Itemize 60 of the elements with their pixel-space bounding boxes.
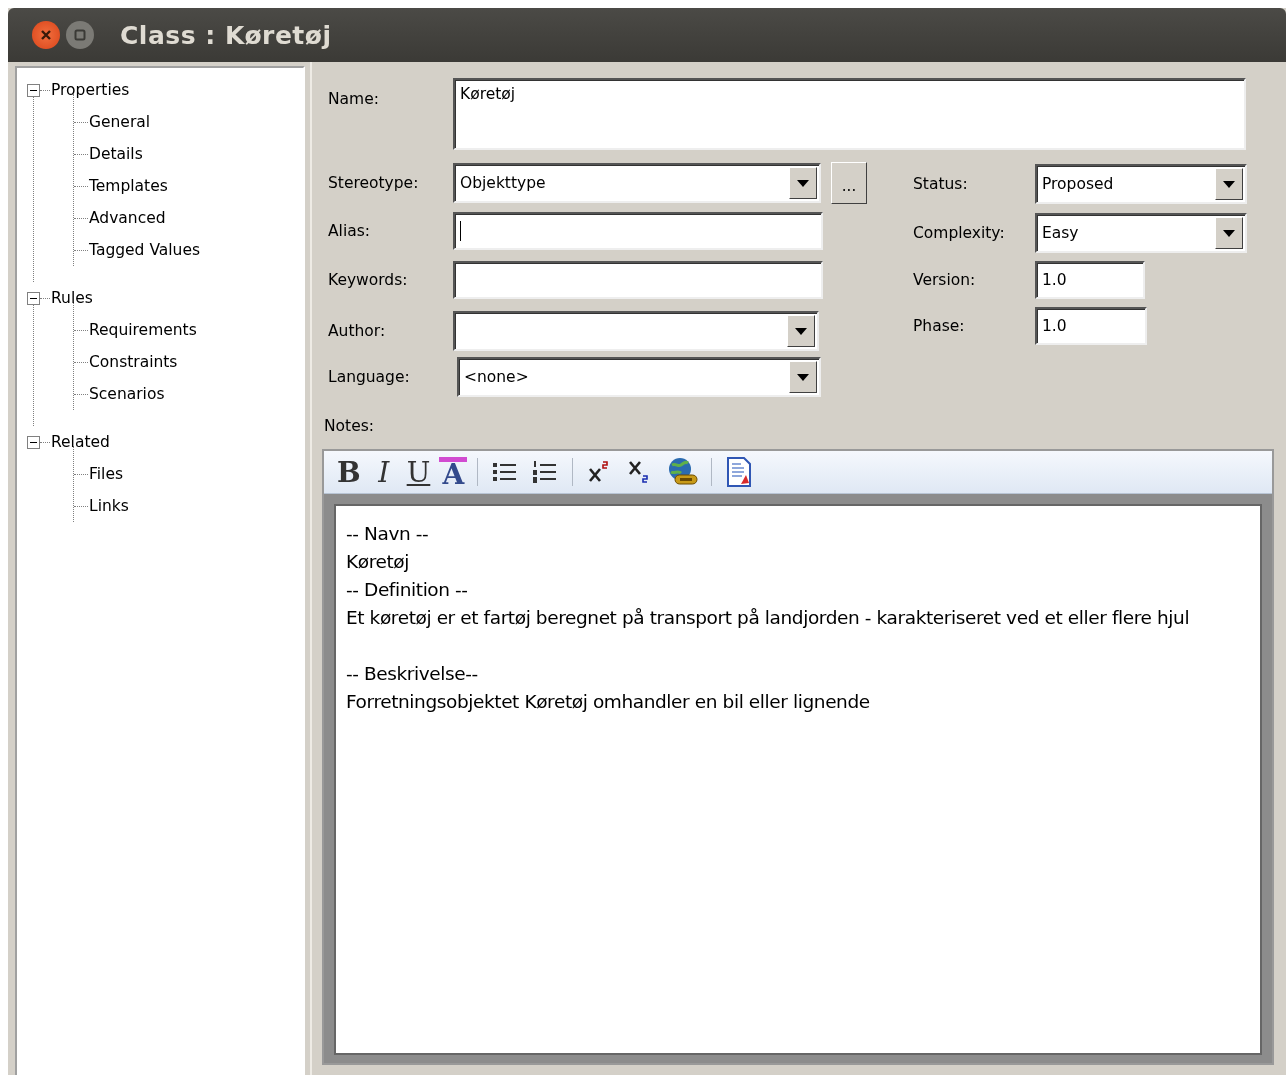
close-button[interactable]: [32, 21, 60, 49]
document-icon: [725, 456, 754, 488]
notes-line: -- Definition --: [346, 578, 469, 602]
notes-line: -- Navn --: [346, 522, 430, 546]
field-label: Status:: [913, 175, 969, 193]
tree-item[interactable]: Rules: [50, 289, 94, 307]
collapse-toggle[interactable]: [27, 435, 40, 449]
dropdown[interactable]: <none>: [457, 357, 821, 397]
window-title: Class : Køretøj: [120, 20, 332, 50]
tree-item[interactable]: Properties: [50, 81, 131, 99]
notes-line: Køretøj: [346, 550, 410, 574]
caret-icon: [797, 373, 809, 381]
text-field[interactable]: 1.0: [1035, 307, 1147, 345]
field-label: Name:: [328, 89, 380, 108]
browse-button[interactable]: ...: [831, 162, 867, 204]
tree-item[interactable]: Related: [50, 433, 111, 451]
dropdown[interactable]: Easy: [1035, 213, 1247, 253]
text-area[interactable]: Køretøj: [453, 78, 1246, 150]
dropdown[interactable]: Objekttype: [453, 163, 821, 203]
tree-item[interactable]: Advanced: [88, 209, 167, 227]
maximize-button[interactable]: [66, 21, 94, 49]
notes-line: Et køretøj er et fartøj beregnet på transport på landjorden - karakteriseret ved et eller flere hjul: [346, 606, 1191, 630]
caret-icon: [795, 327, 807, 335]
caret-icon: [797, 179, 809, 187]
field-label: Author:: [328, 322, 387, 340]
close-icon: [39, 28, 53, 42]
hyperlink-icon: [666, 456, 699, 488]
underline-button[interactable]: U: [403, 454, 434, 490]
tree-item[interactable]: Links: [88, 497, 130, 515]
notes-line: Forretningsobjektet Køretøj omhandler en bil eller lignende: [346, 690, 871, 714]
italic-button[interactable]: I: [369, 454, 398, 490]
field-label: Stereotype:: [328, 174, 420, 192]
field-label: Complexity:: [913, 224, 1006, 242]
dropdown[interactable]: [453, 311, 819, 351]
collapse-toggle[interactable]: [27, 291, 40, 305]
tree-item[interactable]: Details: [88, 145, 144, 163]
collapse-toggle[interactable]: [27, 83, 40, 97]
dropdown[interactable]: Proposed: [1035, 164, 1247, 204]
tree-item[interactable]: Templates: [88, 177, 169, 195]
field-label: Phase:: [913, 317, 966, 335]
tree-item[interactable]: Tagged Values: [88, 241, 202, 259]
field-label: Language:: [328, 368, 411, 386]
field-label: Keywords:: [328, 271, 409, 289]
tree-item[interactable]: Scenarios: [88, 385, 166, 403]
caret-icon: [1223, 180, 1235, 188]
tree-item[interactable]: Constraints: [88, 353, 179, 371]
caret-icon: [1223, 229, 1235, 237]
tree-item[interactable]: Files: [88, 465, 124, 483]
text-field[interactable]: 1.0: [1035, 261, 1145, 299]
bold-button[interactable]: B: [334, 454, 364, 490]
text-field[interactable]: [453, 261, 823, 299]
square-icon: [73, 28, 87, 42]
field-label: Version:: [913, 271, 977, 289]
field-label: Notes:: [324, 417, 375, 435]
text-field[interactable]: [453, 212, 823, 250]
tree-item[interactable]: General: [88, 113, 152, 131]
field-label: Alias:: [328, 222, 371, 240]
notes-line: -- Beskrivelse--: [346, 662, 479, 686]
font-color-button[interactable]: A: [439, 456, 468, 488]
tree-item[interactable]: Requirements: [88, 321, 198, 339]
